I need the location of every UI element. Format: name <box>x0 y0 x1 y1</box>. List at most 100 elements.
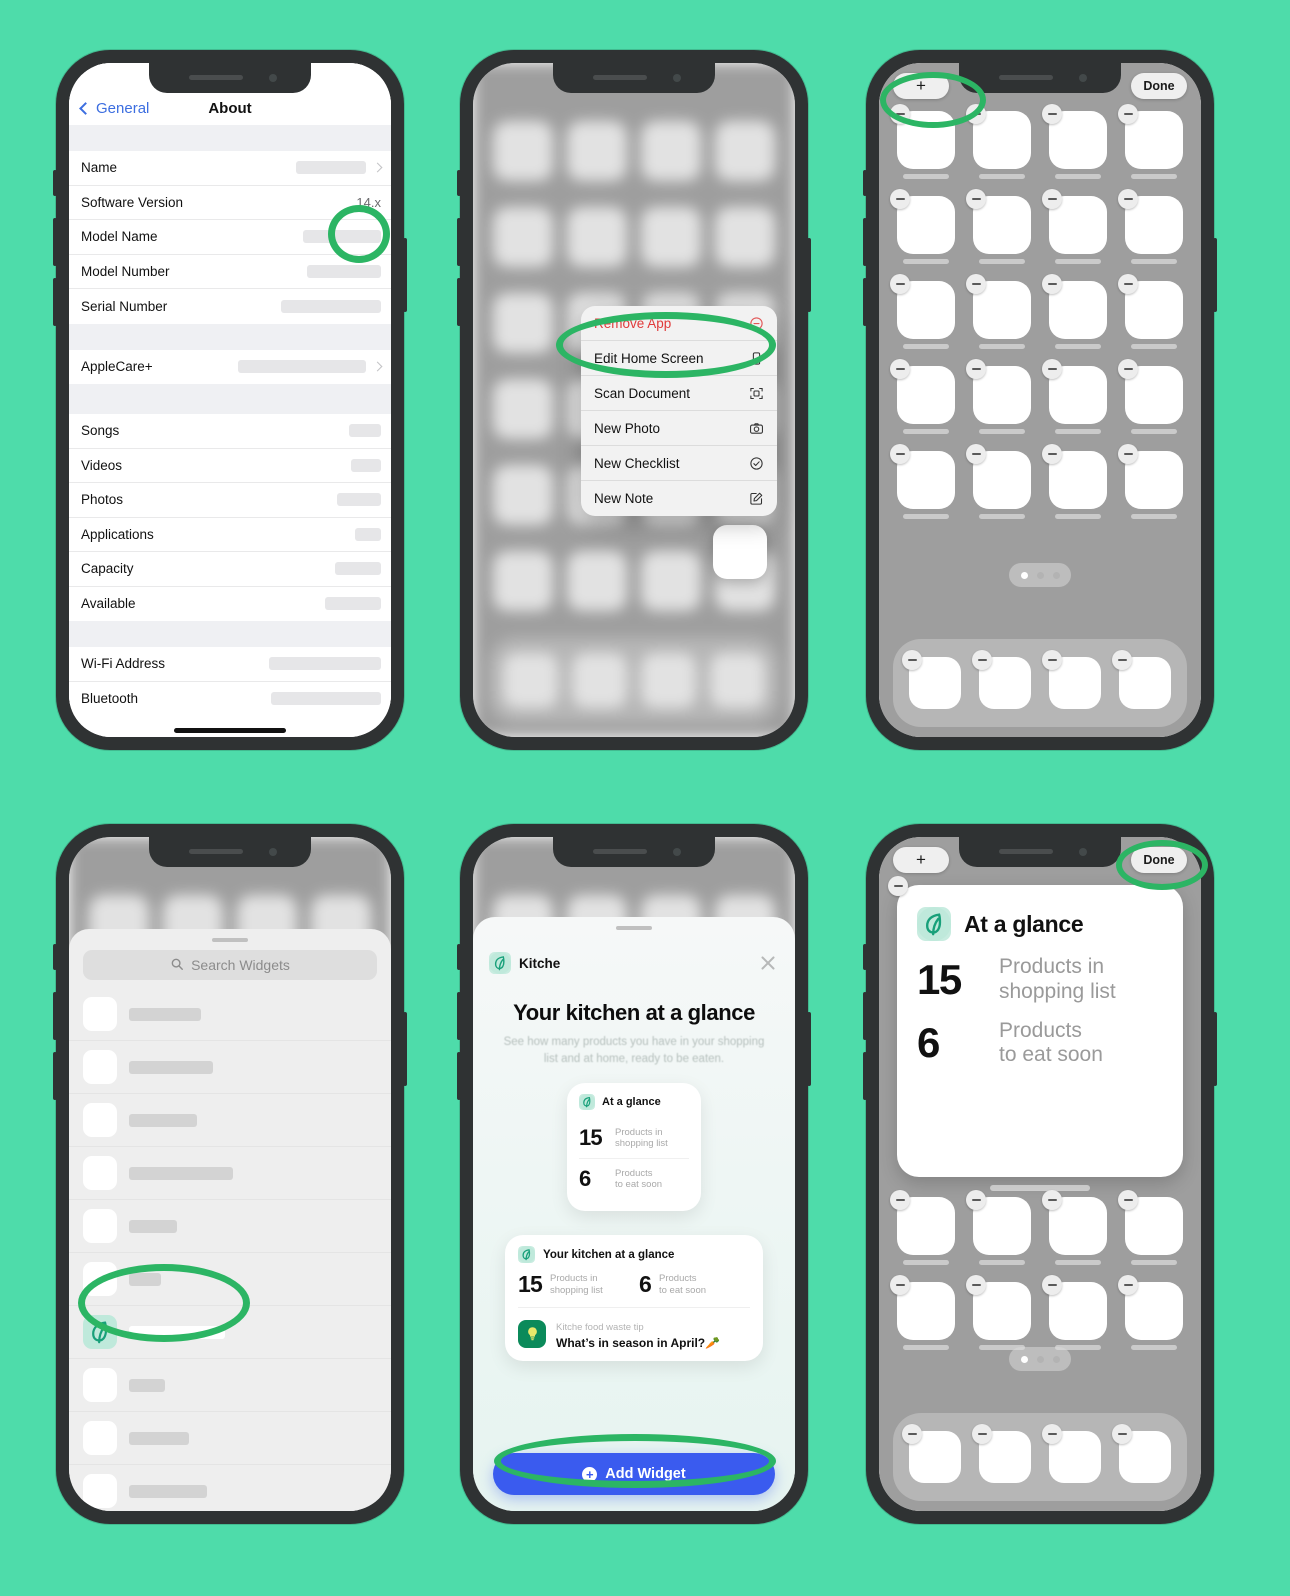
remove-app-minus-button[interactable] <box>902 650 922 670</box>
app-icon-cell[interactable] <box>890 359 955 434</box>
widget-list-item[interactable] <box>69 1359 391 1412</box>
widget-list-item[interactable] <box>69 1253 391 1306</box>
settings-row[interactable]: Software Version 14.x <box>69 186 391 220</box>
app-icon[interactable] <box>493 293 553 353</box>
settings-row[interactable]: Name <box>69 151 391 186</box>
widget-list-item[interactable] <box>69 1465 391 1511</box>
app-icon-cell[interactable] <box>972 650 1031 709</box>
app-icon-cell[interactable] <box>890 444 955 519</box>
add-widget-plus-button[interactable]: + <box>893 847 949 873</box>
context-menu-item[interactable]: New Note <box>581 481 777 516</box>
placed-kitche-widget[interactable]: At a glance 15 Products in shopping list… <box>888 876 1183 1191</box>
app-icon-cell[interactable] <box>890 104 955 179</box>
remove-app-minus-button[interactable] <box>1118 1275 1138 1295</box>
app-icon-cell[interactable] <box>1042 274 1107 349</box>
app-icon[interactable] <box>715 207 775 267</box>
app-icon-cell[interactable] <box>890 1275 955 1350</box>
remove-app-minus-button[interactable] <box>1042 650 1062 670</box>
remove-app-minus-button[interactable] <box>890 104 910 124</box>
context-menu-item[interactable]: Remove App <box>581 306 777 341</box>
remove-app-minus-button[interactable] <box>966 274 986 294</box>
settings-row[interactable]: Capacity <box>69 552 391 587</box>
remove-app-minus-button[interactable] <box>1118 189 1138 209</box>
app-icon-cell[interactable] <box>1118 189 1183 264</box>
remove-app-minus-button[interactable] <box>890 444 910 464</box>
app-icon[interactable] <box>641 551 701 611</box>
remove-app-minus-button[interactable] <box>966 104 986 124</box>
remove-app-minus-button[interactable] <box>890 1190 910 1210</box>
app-icon-cell[interactable] <box>1112 1424 1171 1483</box>
remove-app-minus-button[interactable] <box>1118 274 1138 294</box>
app-icon-cell[interactable] <box>1118 1190 1183 1265</box>
app-icon[interactable] <box>641 207 701 267</box>
remove-app-minus-button[interactable] <box>1042 359 1062 379</box>
widget-list-item[interactable] <box>69 1094 391 1147</box>
app-icon-cell[interactable] <box>902 1424 961 1483</box>
app-icon-cell[interactable] <box>902 650 961 709</box>
app-icon-cell[interactable] <box>1042 189 1107 264</box>
context-menu-item[interactable]: Scan Document <box>581 376 777 411</box>
remove-app-minus-button[interactable] <box>890 1275 910 1295</box>
app-icon[interactable] <box>567 551 627 611</box>
add-widget-plus-button[interactable]: + <box>893 73 949 99</box>
remove-app-minus-button[interactable] <box>902 1424 922 1444</box>
app-icon[interactable] <box>493 379 553 439</box>
remove-app-minus-button[interactable] <box>972 1424 992 1444</box>
remove-app-minus-button[interactable] <box>1118 359 1138 379</box>
settings-row[interactable]: Photos <box>69 483 391 518</box>
small-widget-preview[interactable]: At a glance 15 Products in shopping list… <box>567 1083 701 1212</box>
widget-list-item[interactable] <box>69 988 391 1041</box>
remove-app-minus-button[interactable] <box>966 1275 986 1295</box>
remove-app-minus-button[interactable] <box>1042 274 1062 294</box>
remove-app-minus-button[interactable] <box>1118 444 1138 464</box>
settings-row[interactable]: Model Number <box>69 255 391 289</box>
settings-row[interactable]: Bluetooth <box>69 682 391 717</box>
app-icon-cell[interactable] <box>1118 1275 1183 1350</box>
close-icon[interactable] <box>757 952 779 974</box>
context-menu-item[interactable]: New Photo <box>581 411 777 446</box>
widget-list-item[interactable] <box>69 1147 391 1200</box>
app-icon-cell[interactable] <box>966 444 1031 519</box>
remove-app-minus-button[interactable] <box>1042 1424 1062 1444</box>
context-menu-item[interactable]: New Checklist <box>581 446 777 481</box>
app-icon[interactable] <box>493 121 553 181</box>
remove-app-minus-button[interactable] <box>1118 1190 1138 1210</box>
done-button[interactable]: Done <box>1131 847 1187 873</box>
add-widget-button[interactable]: + Add Widget <box>493 1453 775 1495</box>
widget-list-item[interactable] <box>69 1306 391 1359</box>
settings-row[interactable]: AppleCare+ <box>69 350 391 385</box>
app-icon-cell[interactable] <box>1112 650 1171 709</box>
search-widgets-input[interactable]: Search Widgets <box>83 950 377 980</box>
remove-app-minus-button[interactable] <box>1042 444 1062 464</box>
app-icon[interactable] <box>710 652 765 708</box>
remove-app-minus-button[interactable] <box>966 359 986 379</box>
sheet-grabber[interactable] <box>212 938 248 942</box>
page-indicator-dots[interactable] <box>1009 563 1071 587</box>
app-icon[interactable] <box>572 652 627 708</box>
remove-app-minus-button[interactable] <box>1042 1190 1062 1210</box>
app-icon-cell[interactable] <box>1042 650 1101 709</box>
app-icon[interactable] <box>641 652 696 708</box>
app-icon[interactable] <box>567 121 627 181</box>
settings-row[interactable]: Available <box>69 587 391 622</box>
app-icon-cell[interactable] <box>1042 359 1107 434</box>
app-icon[interactable] <box>715 121 775 181</box>
settings-row[interactable]: Model Name <box>69 220 391 255</box>
app-icon-cell[interactable] <box>1118 444 1183 519</box>
settings-row[interactable]: Videos <box>69 449 391 483</box>
remove-app-minus-button[interactable] <box>890 274 910 294</box>
app-icon-cell[interactable] <box>1118 359 1183 434</box>
widget-list-item[interactable] <box>69 1041 391 1094</box>
remove-app-minus-button[interactable] <box>890 359 910 379</box>
app-icon-cell[interactable] <box>1042 1190 1107 1265</box>
app-icon[interactable] <box>493 551 553 611</box>
app-icon-cell[interactable] <box>966 274 1031 349</box>
long-pressed-app-icon[interactable] <box>713 525 767 579</box>
settings-row[interactable]: Serial Number <box>69 289 391 324</box>
app-icon-cell[interactable] <box>966 104 1031 179</box>
remove-app-minus-button[interactable] <box>890 189 910 209</box>
app-icon[interactable] <box>567 207 627 267</box>
app-icon-cell[interactable] <box>972 1424 1031 1483</box>
medium-widget-preview[interactable]: Your kitchen at a glance 15 Products in … <box>505 1235 763 1362</box>
page-indicator-dots[interactable] <box>1009 1347 1071 1371</box>
